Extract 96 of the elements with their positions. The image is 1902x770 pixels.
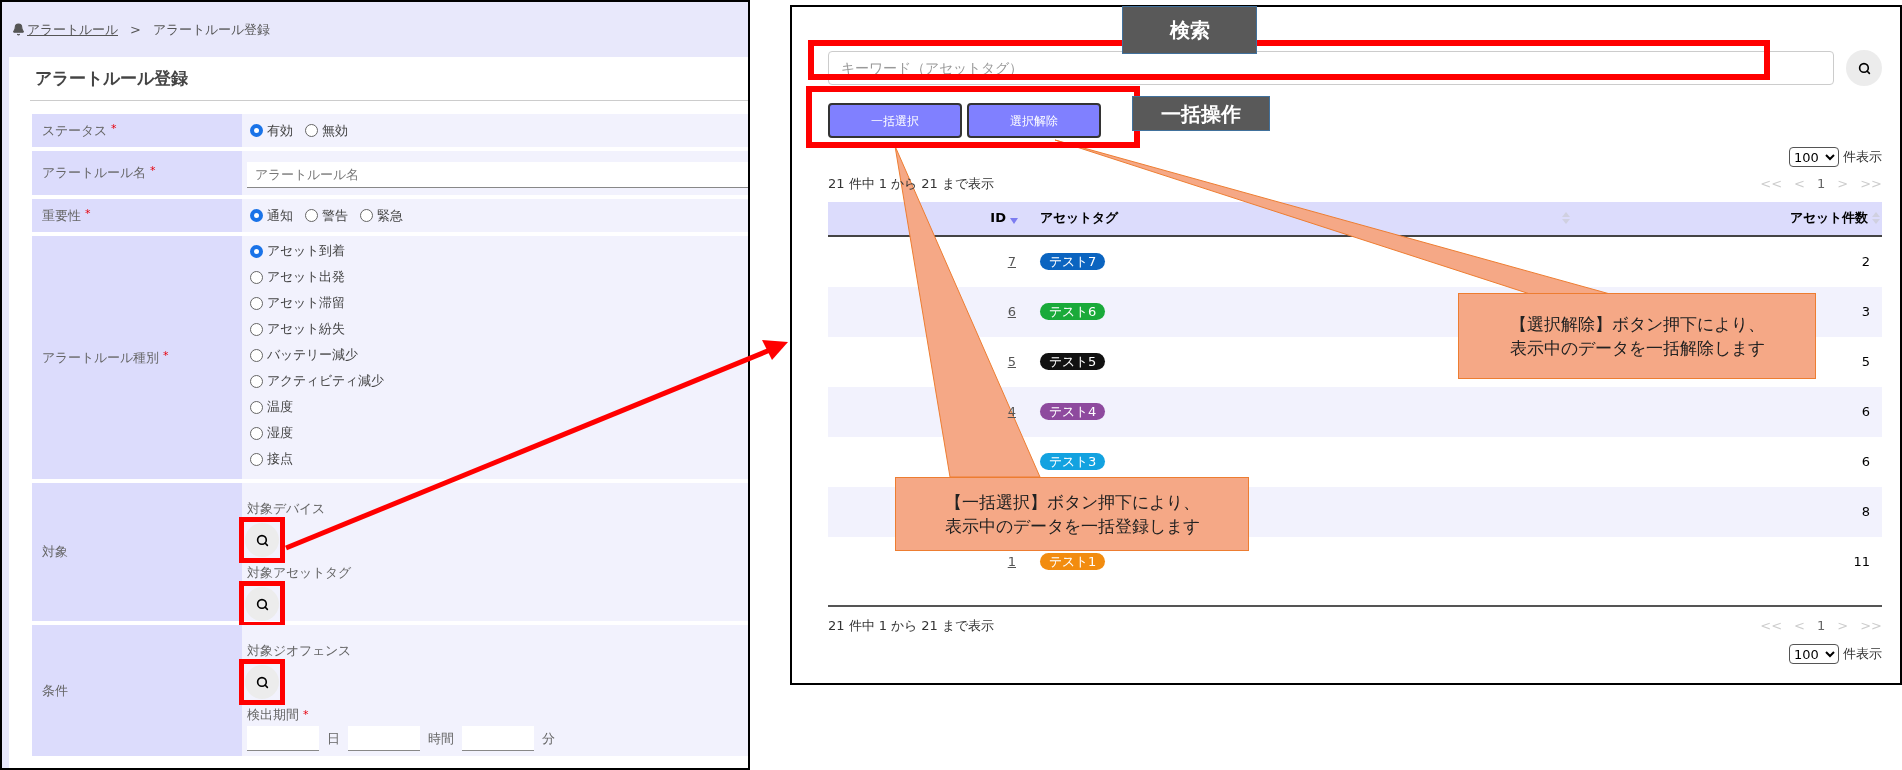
id-link[interactable]: 7	[1007, 251, 1016, 272]
picker-label: 対象ジオフェンス	[247, 643, 352, 659]
field-label: アラートルール種別 *	[42, 347, 169, 367]
callout: 【選択解除】ボタン押下により、 表示中のデータを一括解除します	[1458, 293, 1816, 379]
result-summary: 21 件中 1 から 21 まで表示	[828, 616, 995, 635]
page-size-select[interactable]: 100	[1789, 147, 1839, 167]
field-label: 対象	[42, 543, 68, 562]
radio-button[interactable]	[250, 209, 263, 222]
radio-button[interactable]	[250, 296, 263, 310]
column-header[interactable]: ID	[990, 208, 1006, 228]
radio-button[interactable]	[250, 244, 263, 258]
asset-count-cell-text: 6	[1861, 402, 1871, 421]
duration-label: 検出期間 *	[247, 707, 310, 723]
radio-option[interactable]: アクティビティ減少	[250, 368, 748, 394]
radio-button[interactable]	[360, 209, 373, 222]
annotation-label: 一括操作	[1132, 96, 1270, 131]
search-icon	[255, 675, 269, 689]
radio-option[interactable]: 湿度	[250, 420, 748, 446]
asset-tag-badge: テスト7	[1040, 252, 1106, 270]
radio-button[interactable]	[250, 452, 263, 466]
asset-tag-badge: テスト5	[1040, 352, 1106, 370]
field-label: 条件	[42, 681, 68, 700]
annotation-label: 検索	[1122, 6, 1257, 54]
sort-down-icon[interactable]	[1010, 218, 1018, 224]
search-button[interactable]	[245, 665, 279, 699]
asset-tag-badge: テスト1	[1040, 552, 1106, 570]
picker-label: 対象アセットタグ	[247, 565, 352, 581]
asset-count-cell-text: 6	[1861, 452, 1871, 471]
radio-option[interactable]: 通知	[250, 202, 293, 229]
required-mark: *	[150, 164, 156, 178]
pagination-link[interactable]: 1	[1817, 615, 1826, 635]
id-link[interactable]: 4	[1007, 401, 1016, 422]
asset-count-cell-text: 11	[1853, 552, 1871, 571]
duration-field[interactable]	[247, 726, 319, 751]
radio-button[interactable]	[250, 322, 263, 336]
radio-option[interactable]: アセット出発	[250, 264, 748, 290]
radio-button[interactable]	[250, 426, 263, 440]
search-button[interactable]	[245, 587, 279, 621]
radio-button[interactable]	[250, 374, 263, 388]
radio-option[interactable]: アセット到着	[250, 238, 748, 264]
radio-option[interactable]: 警告	[305, 202, 348, 229]
asset-tag-badge: テスト3	[1040, 452, 1106, 470]
asset-count-cell-text: 5	[1861, 352, 1871, 371]
asset-tag-badge: テスト6	[1040, 302, 1106, 320]
asset-count-cell-text: 8	[1861, 502, 1871, 521]
bell-icon	[12, 23, 25, 36]
radio-option[interactable]: 接点	[250, 446, 748, 472]
duration-field[interactable]	[348, 726, 420, 751]
required-mark: *	[303, 708, 309, 721]
unit-label: 分	[542, 729, 555, 748]
required-mark: *	[163, 348, 169, 362]
page-size-select[interactable]: 100	[1789, 644, 1839, 664]
radio-option[interactable]: 無効	[305, 117, 348, 144]
pagination-link[interactable]: 1	[1817, 174, 1826, 194]
page-size-label: 件表示	[1843, 645, 1882, 664]
column-header[interactable]: アセットタグ	[1040, 208, 1118, 228]
picker-label: 対象デバイス	[247, 501, 326, 517]
page-title: アラートルール登録	[34, 66, 188, 90]
column-header[interactable]: アセット件数	[1790, 208, 1868, 228]
radio-option[interactable]: アセット紛失	[250, 316, 748, 342]
field-label: ステータス *	[42, 120, 117, 140]
asset-tag-badge: テスト4	[1040, 402, 1106, 420]
radio-option[interactable]: 有効	[250, 117, 293, 144]
radio-button[interactable]	[250, 270, 263, 284]
radio-option[interactable]: アセット滞留	[250, 290, 748, 316]
search-icon	[1857, 61, 1871, 75]
radio-button[interactable]	[305, 124, 318, 137]
id-link[interactable]: 6	[1007, 301, 1016, 322]
radio-button[interactable]	[250, 348, 263, 362]
radio-button[interactable]	[250, 400, 263, 414]
duration-field[interactable]	[462, 726, 534, 751]
breadcrumb-current: アラートルール登録	[152, 20, 270, 39]
search-icon	[255, 597, 269, 611]
page-size-label: 件表示	[1843, 148, 1882, 167]
radio-button[interactable]	[305, 209, 318, 222]
breadcrumb-separator: >	[130, 20, 141, 39]
required-mark: *	[85, 206, 91, 220]
search-button[interactable]	[245, 523, 279, 557]
field-label: 重要性 *	[42, 205, 91, 225]
id-link[interactable]: 5	[1007, 351, 1016, 372]
unit-label: 日	[327, 729, 340, 748]
search-icon	[255, 533, 269, 547]
asset-count-cell-text: 2	[1861, 252, 1871, 271]
radio-button[interactable]	[250, 124, 263, 137]
asset-count-cell-text: 3	[1861, 302, 1871, 321]
search-button[interactable]	[1846, 50, 1882, 86]
radio-option[interactable]: バッテリー減少	[250, 342, 748, 368]
breadcrumb-link[interactable]: アラートルール	[12, 19, 118, 40]
field-label: アラートルール名 *	[42, 163, 156, 183]
unit-label: 時間	[428, 729, 454, 748]
radio-option[interactable]: 緊急	[360, 202, 403, 229]
callout: 【一括選択】ボタン押下により、 表示中のデータを一括登録します	[895, 477, 1249, 551]
id-link[interactable]: 1	[1007, 551, 1016, 572]
rule-name-field[interactable]: アラートルール名	[247, 162, 748, 188]
radio-option[interactable]: 温度	[250, 394, 748, 420]
required-mark: *	[111, 121, 117, 135]
